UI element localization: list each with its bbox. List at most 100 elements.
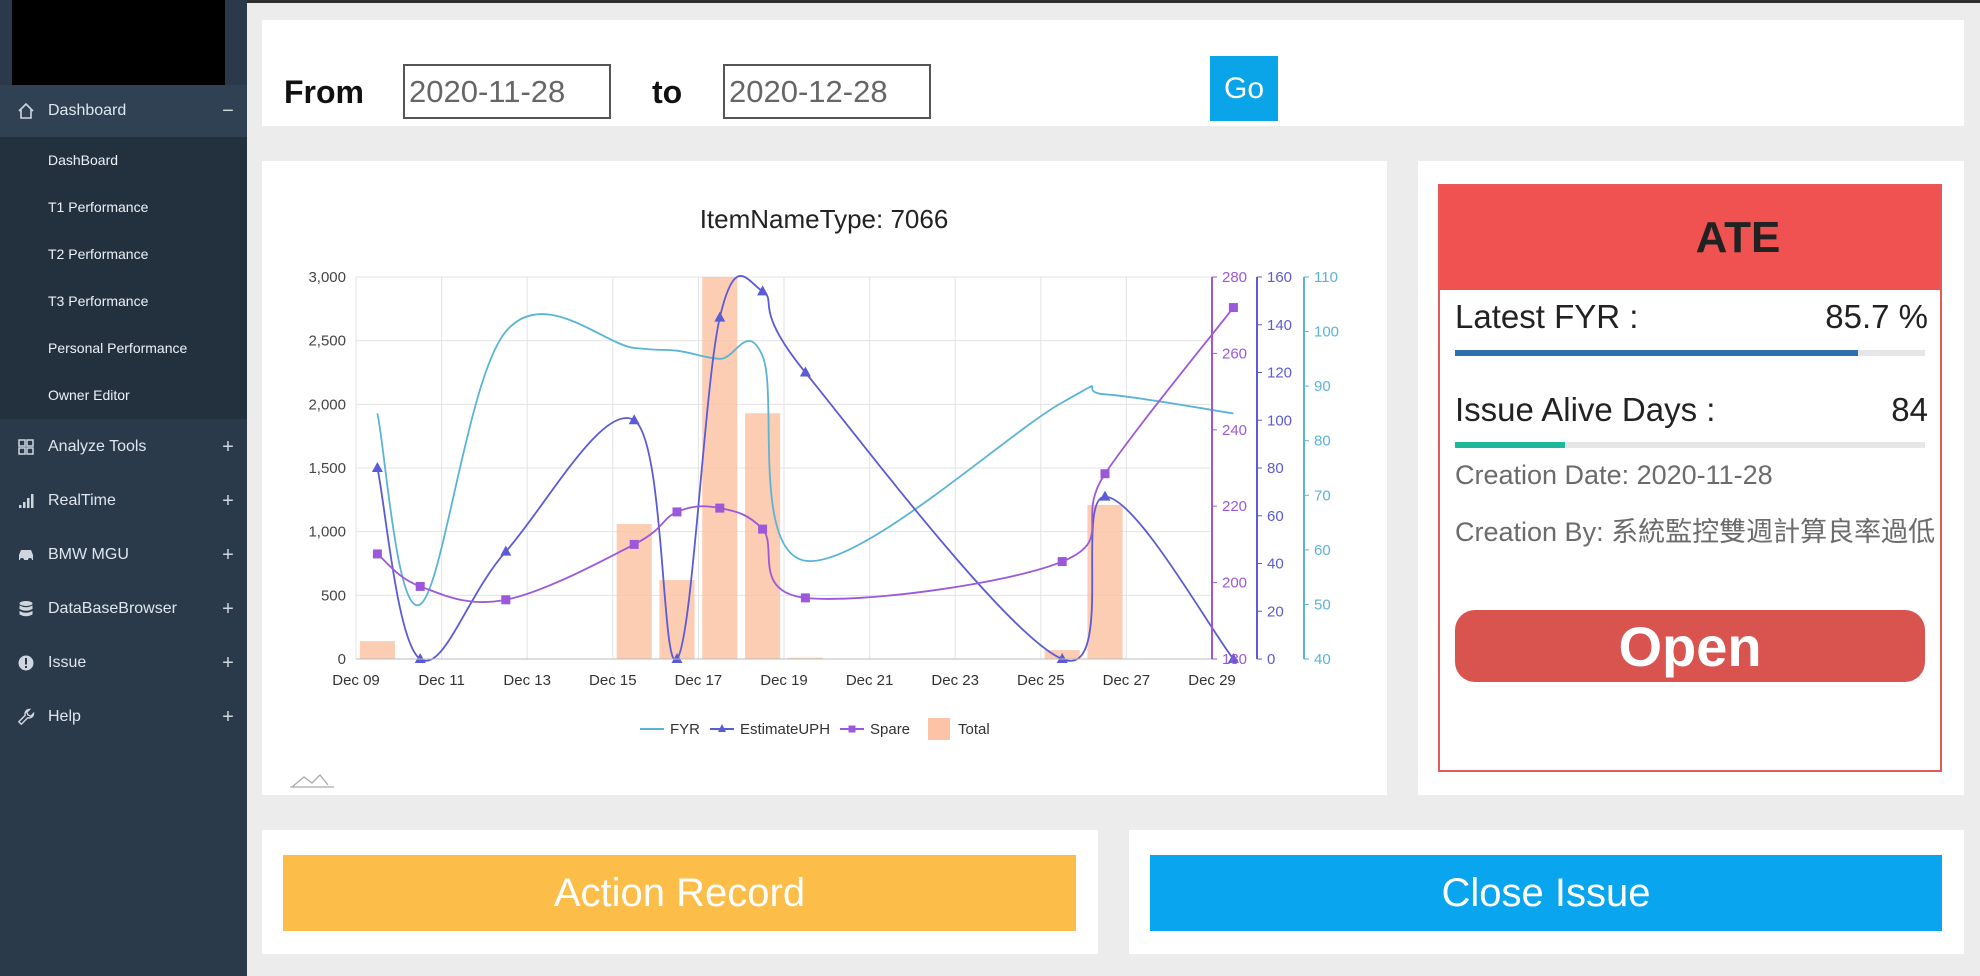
alive-days-value: 84: [1891, 391, 1928, 428]
action-record-button[interactable]: Action Record: [283, 855, 1076, 931]
expand-icon[interactable]: +: [217, 436, 239, 459]
y-tick-label-spare: 260: [1222, 345, 1247, 362]
y-tick-label-uph: 160: [1267, 269, 1292, 286]
alive-days-label: Issue Alive Days :: [1455, 391, 1716, 428]
y-tick-label-total: 1,500: [308, 460, 346, 477]
sidebar-item-databasebrowser[interactable]: DataBaseBrowser +: [0, 583, 247, 635]
close-issue-button[interactable]: Close Issue: [1150, 855, 1942, 931]
y-tick-label-spare: 200: [1222, 575, 1247, 592]
y-tick-label-spare: 280: [1222, 269, 1247, 286]
point-spare: [629, 539, 639, 549]
submenu-item-personal-performance[interactable]: Personal Performance: [48, 340, 187, 356]
issue-header: ATE: [1440, 186, 1940, 290]
point-spare: [1057, 557, 1067, 567]
legend-label-total: Total: [958, 721, 990, 738]
latest-fyr-progress: [1455, 350, 1925, 356]
y-tick-label-spare: 180: [1222, 651, 1247, 668]
y-tick-label-uph: 80: [1267, 460, 1284, 477]
issue-card: ATE Latest FYR : 85.7 % Issue Alive Days…: [1438, 184, 1942, 772]
database-icon: [14, 597, 38, 621]
y-tick-label-uph: 0: [1267, 651, 1275, 668]
expand-icon[interactable]: +: [217, 706, 239, 729]
sidebar-item-bmw-mgu[interactable]: BMW MGU +: [0, 529, 247, 581]
x-tick-label: Dec 11: [418, 672, 464, 689]
to-label: to: [652, 74, 683, 110]
sidebar-item-realtime[interactable]: RealTime +: [0, 475, 247, 527]
chart-panel: ItemNameType: 7066 0 500 1,000 1,500 2,000 2,…: [262, 161, 1387, 795]
x-tick-label: Dec 23: [931, 672, 979, 689]
y-tick-label-fyr: 70: [1314, 487, 1331, 504]
y-tick-label-uph: 60: [1267, 508, 1284, 525]
submenu-item-owner-editor[interactable]: Owner Editor: [48, 387, 130, 403]
y-tick-label-total: 1,000: [308, 524, 346, 541]
signal-bars-icon: [14, 489, 38, 513]
bar-total: [745, 413, 781, 659]
wrench-icon: [14, 705, 38, 729]
y-tick-label-total: 2,000: [308, 396, 346, 413]
point-spare: [672, 507, 682, 517]
y-tick-label-total: 2,500: [308, 333, 346, 350]
sidebar: Dashboard − DashBoard T1 Performance T2 …: [0, 0, 247, 976]
y-tick-label-uph: 100: [1267, 412, 1292, 429]
point-spare: [501, 595, 511, 605]
point-estimateuph: [757, 285, 769, 296]
submenu-item-dashboard[interactable]: DashBoard: [48, 152, 118, 168]
x-tick-label: Dec 15: [589, 672, 637, 689]
sidebar-item-label: Dashboard: [48, 102, 127, 119]
chart-axes: 0 500 1,000 1,500 2,000 2,500 3,000 Dec 09 Dec 1…: [308, 269, 1339, 689]
y-tick-label-fyr: 90: [1314, 378, 1331, 395]
sidebar-item-analyze-tools[interactable]: Analyze Tools +: [0, 421, 247, 473]
point-estimateuph: [371, 462, 383, 472]
dashboard-submenu: DashBoard T1 Performance T2 Performance …: [0, 137, 247, 419]
x-tick-label: Dec 27: [1103, 672, 1151, 689]
bar-total: [359, 641, 395, 659]
x-tick-label: Dec 29: [1188, 672, 1236, 689]
y-tick-label-uph: 20: [1267, 603, 1284, 620]
submenu-item-t1-performance[interactable]: T1 Performance: [48, 199, 148, 215]
expand-icon[interactable]: +: [217, 544, 239, 567]
sidebar-item-help[interactable]: Help +: [0, 691, 247, 743]
expand-icon[interactable]: +: [217, 490, 239, 513]
x-tick-label: Dec 21: [846, 672, 894, 689]
from-date-input[interactable]: [403, 64, 611, 119]
point-spare: [715, 503, 725, 513]
sidebar-item-dashboard[interactable]: Dashboard −: [0, 85, 247, 137]
to-date-input[interactable]: [723, 64, 931, 119]
collapse-icon[interactable]: −: [217, 100, 239, 123]
home-icon: [14, 99, 38, 123]
expand-icon[interactable]: +: [217, 598, 239, 621]
sidebar-item-issue[interactable]: Issue +: [0, 637, 247, 689]
combo-chart: ItemNameType: 7066 0 500 1,000 1,500 2,000 2,…: [290, 204, 1339, 788]
exclamation-circle-icon: [14, 651, 38, 675]
legend-label-estimateuph: EstimateUPH: [740, 721, 830, 738]
chart-title: ItemNameType: 7066: [700, 204, 949, 234]
close-issue-panel: Close Issue: [1129, 830, 1964, 954]
alive-days-progress: [1455, 442, 1925, 448]
y-tick-label-uph: 140: [1267, 317, 1292, 334]
x-tick-label: Dec 13: [503, 672, 551, 689]
y-tick-label-fyr: 110: [1314, 269, 1338, 286]
point-spare: [800, 593, 810, 603]
grid-icon: [14, 435, 38, 459]
y-tick-label-total: 500: [321, 587, 346, 604]
creation-date: Creation Date: 2020-11-28: [1455, 460, 1773, 490]
sidebar-item-label: RealTime: [48, 492, 116, 509]
go-button[interactable]: Go: [1210, 56, 1278, 121]
point-spare: [372, 549, 382, 559]
x-tick-label: Dec 17: [675, 672, 723, 689]
submenu-item-t3-performance[interactable]: T3 Performance: [48, 293, 148, 309]
mini-sparkline-icon: [290, 774, 334, 788]
latest-fyr-progress-fill: [1455, 350, 1858, 356]
latest-fyr-label: Latest FYR :: [1455, 298, 1639, 335]
issue-category: ATE: [1695, 213, 1781, 262]
legend-swatch-total: [928, 718, 950, 740]
point-spare: [1228, 303, 1238, 313]
expand-icon[interactable]: +: [217, 652, 239, 675]
y-tick-label-total: 3,000: [308, 269, 346, 286]
y-tick-label-fyr: 60: [1314, 542, 1331, 559]
sidebar-item-label: DataBaseBrowser: [48, 600, 177, 617]
issue-status-button[interactable]: Open: [1455, 610, 1925, 682]
submenu-item-t2-performance[interactable]: T2 Performance: [48, 246, 148, 262]
x-tick-label: Dec 09: [332, 672, 380, 689]
point-spare: [758, 524, 768, 534]
